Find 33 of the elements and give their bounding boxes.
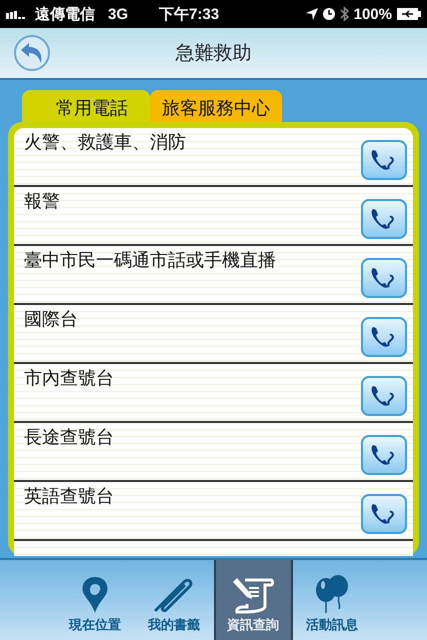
call-button[interactable] [361,199,407,239]
document-pen-icon [231,576,275,614]
tab-bar-item[interactable]: 現在位置 [56,560,134,640]
bluetooth-icon [340,6,349,22]
contact-name: 市內查號台 [24,367,114,390]
carrier-name: 遠傳電信 [35,4,95,24]
contact-name: 國際台 [24,308,78,331]
back-button[interactable] [14,35,50,71]
call-button[interactable] [361,140,407,180]
clock-icon [322,8,335,20]
tab[interactable]: 常用電話 [22,90,150,122]
contact-name: 英語查號台 [24,485,114,508]
tab-bar-item[interactable]: 資訊查詢 [214,560,292,640]
status-time: 下午7:33 [159,4,220,24]
location-icon [306,8,318,20]
contact-name: 報警 [24,190,60,213]
screen-title: 急難救助 [176,41,252,66]
contact-name: 火警、救護車、消防 [24,131,186,154]
battery-percent: 100% [354,6,392,22]
network-type: 3G [108,6,128,22]
tab-bar-item[interactable]: 我的書籤 [134,560,214,640]
contact-name: 長途查號台 [24,426,114,449]
tab[interactable]: 旅客服務中心 [150,90,282,122]
battery-icon [397,8,421,20]
call-button[interactable] [361,317,407,357]
call-button[interactable] [361,376,407,416]
contact-name: 臺中市民一碼通市話或手機直播 [24,249,276,272]
contact-row[interactable]: 火警、救護車、消防 [14,128,413,187]
map-pin-icon [80,576,110,614]
tab-bar-item[interactable]: 活動訊息 [292,560,372,640]
call-button[interactable] [361,494,407,534]
call-button[interactable] [361,258,407,298]
call-button[interactable] [361,435,407,475]
